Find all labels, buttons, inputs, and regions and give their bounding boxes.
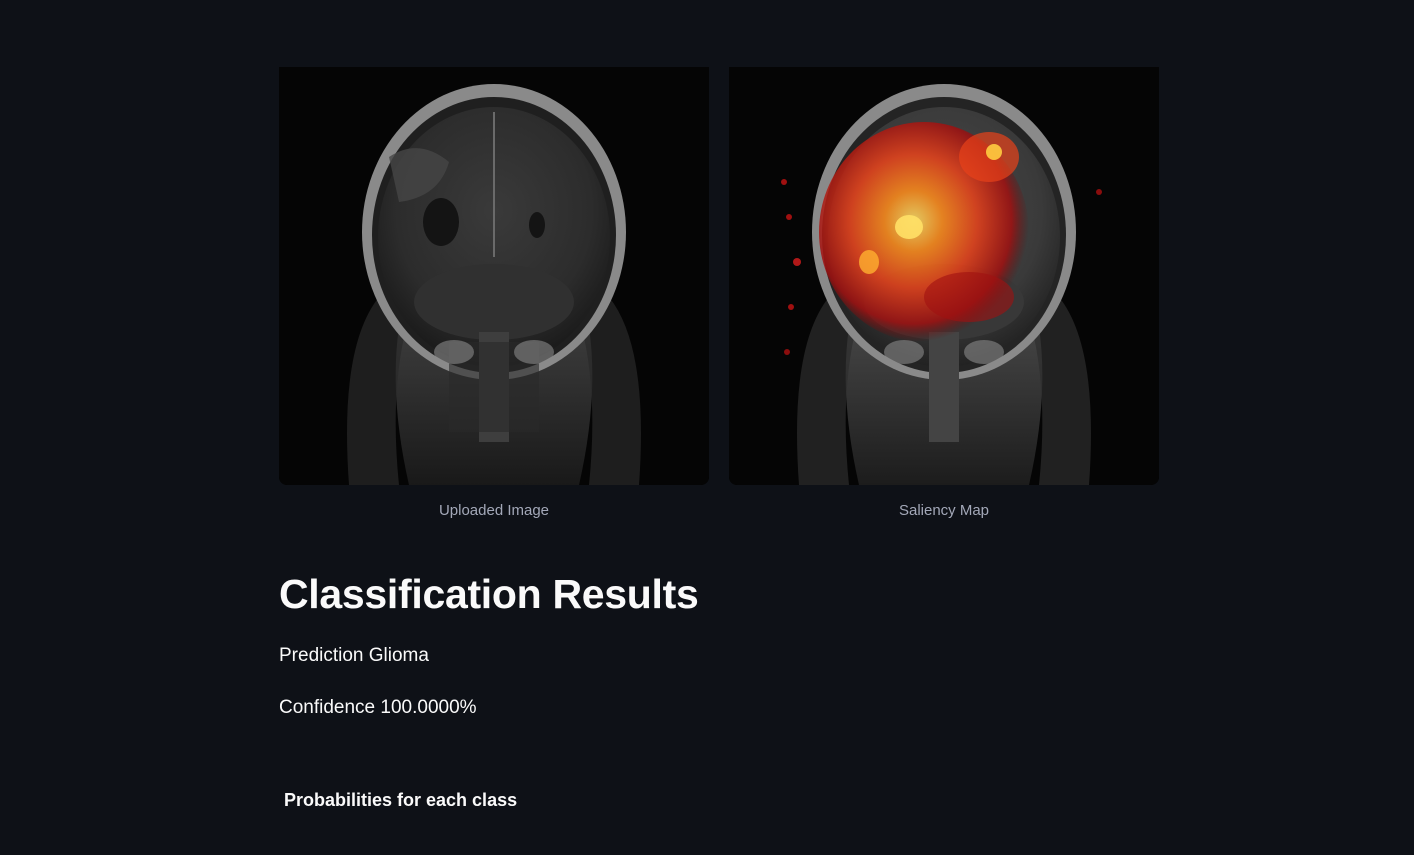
mri-scan-image (279, 67, 709, 485)
confidence-text: Confidence 100.0000% (279, 697, 477, 718)
saliency-heatmap (729, 67, 1159, 485)
saliency-map-column: Saliency Map (729, 67, 1159, 521)
saliency-map-image (729, 67, 1159, 485)
uploaded-image-caption: Uploaded Image (438, 502, 550, 519)
uploaded-image (279, 67, 709, 485)
probabilities-heading: Probabilities for each class (284, 790, 518, 810)
saliency-map-caption: Saliency Map (898, 502, 990, 519)
prediction-text: Prediction Glioma (279, 645, 429, 666)
images-row: Uploaded Image Saliency Map (279, 67, 1159, 521)
classification-results-section: Classification Results Prediction Glioma… (279, 568, 1159, 720)
uploaded-image-column: Uploaded Image (279, 67, 709, 521)
results-title: Classification Results (279, 571, 699, 617)
app-page: Uploaded Image Saliency Map Classificati… (0, 0, 1414, 855)
